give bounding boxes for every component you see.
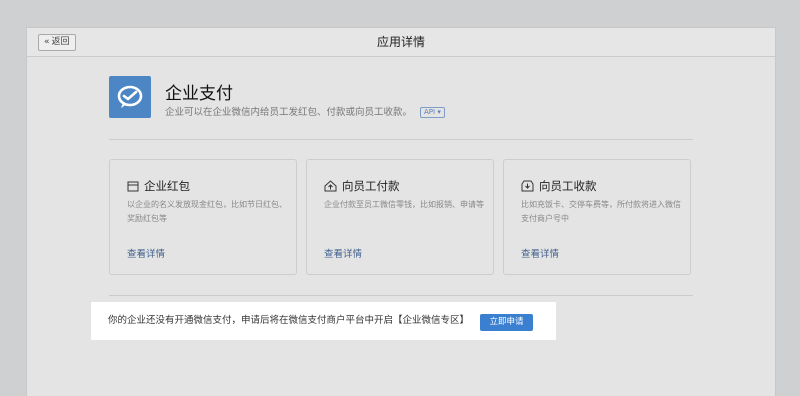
- card-title-row: 向员工付款: [324, 178, 400, 194]
- top-bar: « 返回 应用详情: [27, 28, 775, 57]
- card-description: 比如充饭卡、交停车费等，所付款将进入微信支付商户号中: [521, 200, 681, 223]
- card-pay-employee: 向员工付款 企业付款至员工微信零钱，比如报销、申请等 查看详情: [306, 159, 494, 275]
- page-title: 应用详情: [376, 35, 425, 49]
- apply-now-button[interactable]: 立即申请: [480, 314, 533, 331]
- notice-text: 你的企业还没有开通微信支付，申请后将在微信支付商户平台中开启【企业微信专区】: [108, 315, 470, 326]
- divider: [109, 139, 693, 140]
- app-description-text: 企业可以在企业微信内给员工发红包、付款或向员工收款。: [165, 107, 413, 118]
- download-box-icon: [521, 180, 534, 192]
- wechat-pay-icon: [109, 76, 151, 118]
- chevron-down-icon: ▾: [435, 108, 441, 116]
- card-title: 向员工付款: [342, 179, 400, 193]
- card-description: 以企业的名义发放现金红包，比如节日红包、奖励红包等: [127, 200, 287, 223]
- activation-notice: 你的企业还没有开通微信支付，申请后将在微信支付商户平台中开启【企业微信专区】 立…: [91, 302, 556, 340]
- card-title: 企业红包: [144, 179, 190, 193]
- api-tag-label: API: [424, 108, 436, 116]
- card-red-packet: 企业红包 以企业的名义发放现金红包，比如节日红包、奖励红包等 查看详情: [109, 159, 297, 275]
- app-description: 企业可以在企业微信内给员工发红包、付款或向员工收款。 API ▾: [165, 104, 445, 118]
- card-title-row: 企业红包: [127, 178, 190, 194]
- app-header: 企业支付 企业可以在企业微信内给员工发红包、付款或向员工收款。 API ▾: [109, 76, 689, 122]
- card-title: 向员工收款: [539, 179, 597, 193]
- divider: [109, 295, 693, 296]
- card-description: 企业付款至员工微信零钱，比如报销、申请等: [324, 200, 484, 209]
- feature-cards: 企业红包 以企业的名义发放现金红包，比如节日红包、奖励红包等 查看详情 向员工付…: [109, 159, 693, 275]
- wallet-icon: [127, 181, 139, 192]
- view-details-link[interactable]: 查看详情: [127, 246, 165, 260]
- view-details-link[interactable]: 查看详情: [324, 246, 362, 260]
- api-dropdown[interactable]: API ▾: [420, 107, 445, 118]
- house-up-icon: [324, 180, 337, 192]
- card-collect-employee: 向员工收款 比如充饭卡、交停车费等，所付款将进入微信支付商户号中 查看详情: [503, 159, 691, 275]
- app-detail-panel: « 返回 应用详情 企业支付 企业可以在企业微信内给员工发红包、付款或向员工收款…: [26, 27, 776, 396]
- view-details-link[interactable]: 查看详情: [521, 246, 559, 260]
- app-name: 企业支付: [165, 84, 233, 104]
- card-title-row: 向员工收款: [521, 178, 597, 194]
